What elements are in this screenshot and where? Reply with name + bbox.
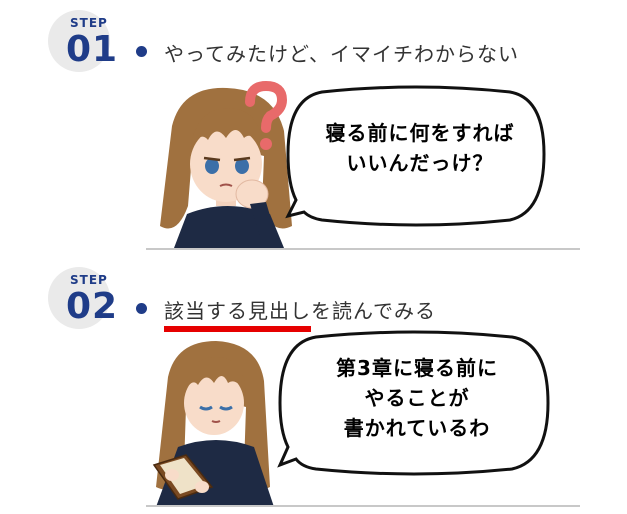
heading-rest: を読んでみる: [311, 299, 436, 323]
step-label: STEP: [70, 273, 108, 287]
step-01-section: STEP 01 やってみたけど、イマイチわからない 寝る前に何をすれば いいんだ…: [0, 0, 627, 257]
heading-highlight: 該当する見出し: [164, 295, 311, 332]
step-label: STEP: [70, 16, 108, 30]
reading-girl-illustration: [152, 341, 274, 507]
bullet-dot: [136, 303, 147, 314]
section-divider: [146, 505, 580, 507]
step-02-section: STEP 02 該当する見出しを読んでみる 第3章に寝る前に やることが 書かれ…: [0, 257, 627, 514]
step-number: 02: [66, 286, 119, 327]
step-heading: やってみたけど、イマイチわからない: [164, 42, 519, 66]
step-heading: 該当する見出しを読んでみる: [164, 295, 436, 332]
step-number: 01: [66, 29, 119, 70]
bullet-dot: [136, 46, 147, 57]
speech-bubble-text: 寝る前に何をすれば いいんだっけ？: [325, 121, 515, 175]
speech-bubble-text: 第3章に寝る前に やることが 書かれているわ: [336, 356, 498, 440]
section-divider: [146, 248, 580, 250]
